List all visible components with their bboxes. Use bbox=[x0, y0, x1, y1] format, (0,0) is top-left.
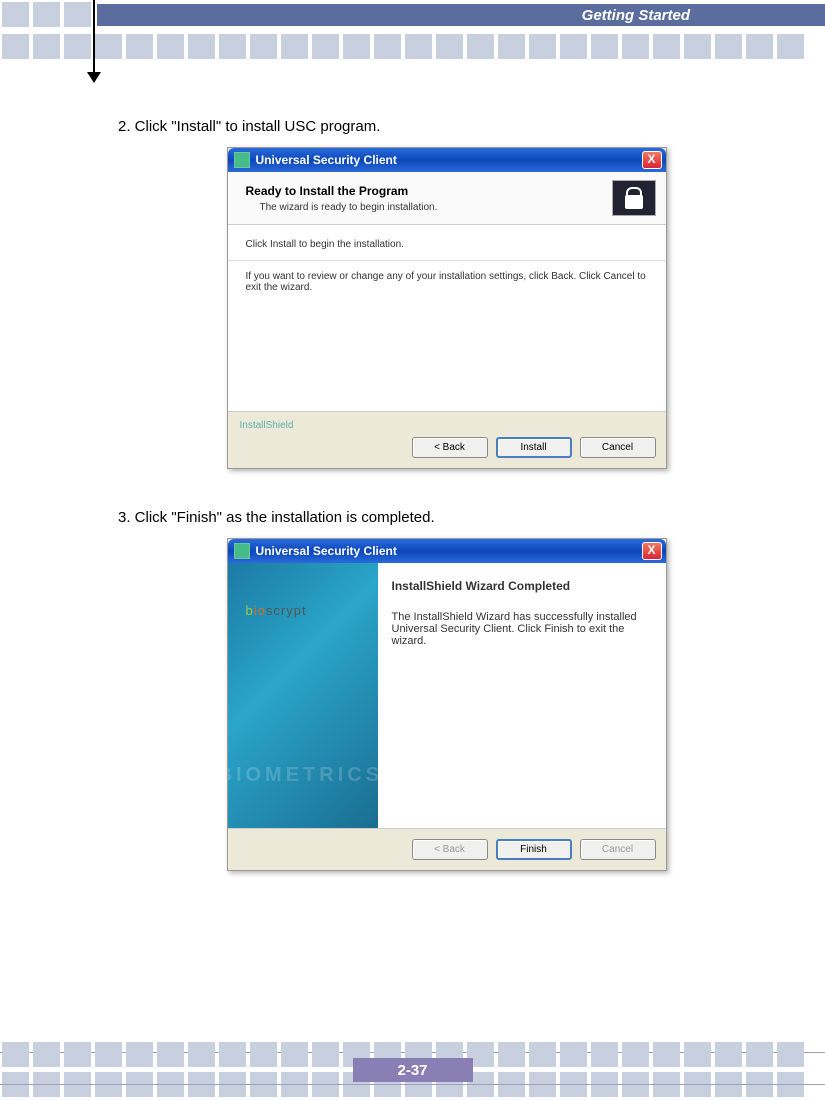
dialog-titlebar: Universal Security Client X bbox=[228, 539, 666, 563]
back-button: < Back bbox=[412, 839, 488, 860]
dialog-title: Universal Security Client bbox=[256, 544, 642, 558]
step-3-text: 3. Click "Finish" as the installation is… bbox=[118, 509, 775, 526]
dialog-title: Universal Security Client bbox=[256, 153, 642, 167]
margin-line bbox=[93, 0, 95, 80]
dialog-text-line: If you want to review or change any of y… bbox=[246, 271, 648, 293]
dialog-titlebar: Universal Security Client X bbox=[228, 148, 666, 172]
cancel-button[interactable]: Cancel bbox=[580, 437, 656, 458]
watermark-text: BIOMETRICS bbox=[228, 762, 378, 788]
dialog-body-text: The InstallShield Wizard has successfull… bbox=[392, 611, 652, 647]
dialog-subheading: The wizard is ready to begin installatio… bbox=[246, 202, 438, 213]
page-number: 2-37 bbox=[353, 1058, 473, 1082]
dialog-body: Ready to Install the Program The wizard … bbox=[228, 172, 666, 468]
section-title-bar: Getting Started bbox=[97, 4, 825, 26]
step-2-text: 2. Click "Install" to install USC progra… bbox=[118, 118, 775, 135]
bioscrypt-logo: bioscrypt bbox=[246, 603, 307, 618]
close-button[interactable]: X bbox=[642, 151, 662, 169]
dialog-content: InstallShield Wizard Completed The Insta… bbox=[378, 563, 666, 828]
finish-dialog: Universal Security Client X bioscrypt BI… bbox=[227, 538, 667, 871]
finish-button[interactable]: Finish bbox=[496, 839, 572, 860]
section-title: Getting Started bbox=[582, 7, 690, 24]
decorative-squares bbox=[0, 34, 825, 62]
install-dialog: Universal Security Client X Ready to Ins… bbox=[227, 147, 667, 469]
cancel-button: Cancel bbox=[580, 839, 656, 860]
dialog-footer: < Back Finish Cancel bbox=[228, 828, 666, 870]
install-button[interactable]: Install bbox=[496, 437, 572, 458]
lock-icon bbox=[612, 180, 656, 216]
dialog-header-strip: Ready to Install the Program The wizard … bbox=[228, 172, 666, 225]
dialog-heading: InstallShield Wizard Completed bbox=[392, 579, 652, 593]
dialog-body: bioscrypt BIOMETRICS InstallShield Wizar… bbox=[228, 563, 666, 828]
app-icon bbox=[234, 543, 250, 559]
app-icon bbox=[234, 152, 250, 168]
dialog-sidebar-image: bioscrypt BIOMETRICS bbox=[228, 563, 378, 828]
back-button[interactable]: < Back bbox=[412, 437, 488, 458]
dialog-content: Click Install to begin the installation.… bbox=[228, 225, 666, 411]
page-content: 2. Click "Install" to install USC progra… bbox=[0, 58, 825, 871]
dialog-heading: Ready to Install the Program bbox=[246, 184, 438, 198]
arrow-down-icon bbox=[87, 72, 101, 83]
dialog-footer: InstallShield < Back Install Cancel bbox=[228, 411, 666, 468]
close-button[interactable]: X bbox=[642, 542, 662, 560]
dialog-text-line: Click Install to begin the installation. bbox=[246, 239, 648, 250]
page-header-band: Getting Started bbox=[0, 0, 825, 58]
installshield-brand: InstallShield bbox=[240, 420, 656, 431]
page-footer-band: 2-37 bbox=[0, 1038, 825, 1098]
